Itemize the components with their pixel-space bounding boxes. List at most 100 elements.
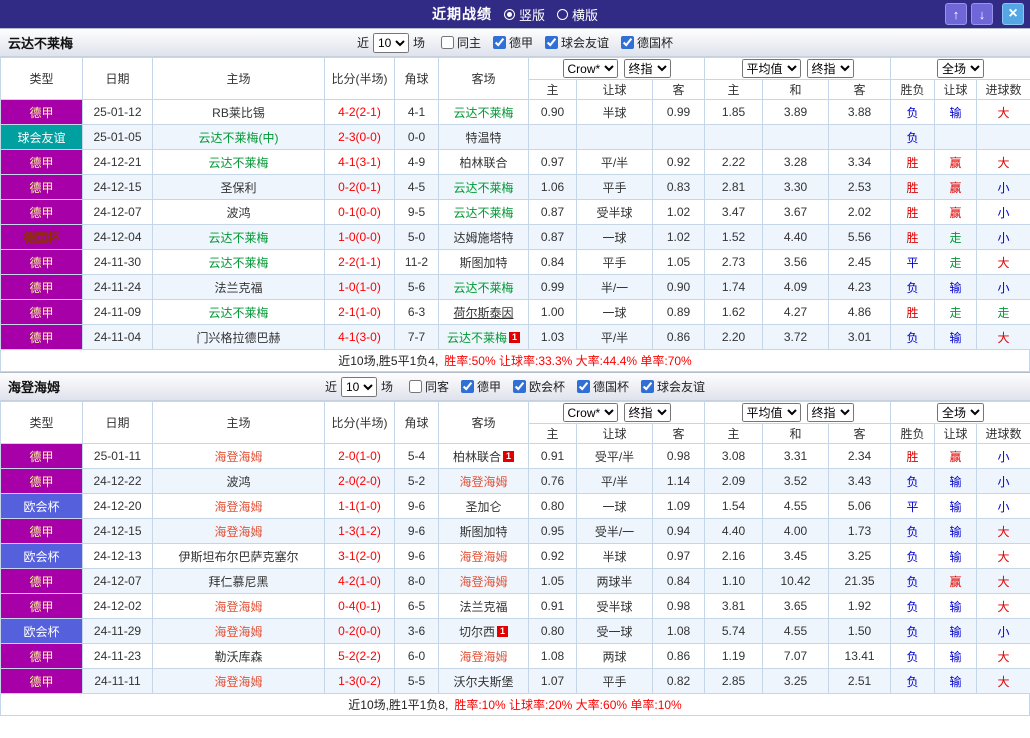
home-team-link[interactable]: 海登海姆 bbox=[214, 675, 262, 689]
league-badge: 德国杯 bbox=[0, 224, 83, 250]
away-team-link[interactable]: 云达不莱梅 bbox=[453, 206, 513, 220]
score-link[interactable]: 2-0(2-0) bbox=[324, 468, 395, 494]
handicap-home-odds: 0.76 bbox=[528, 468, 577, 494]
home-team-link[interactable]: 云达不莱梅 bbox=[208, 256, 268, 270]
score-link[interactable]: 0-2(0-1) bbox=[324, 174, 395, 200]
bookmaker-select[interactable]: Crow* bbox=[562, 403, 618, 422]
result-handicap: 走 bbox=[934, 299, 978, 325]
filter-checkbox[interactable] bbox=[621, 36, 635, 49]
away-team-link[interactable]: 斯图加特 bbox=[459, 256, 507, 270]
euro-time-select[interactable]: 终指 bbox=[806, 59, 854, 78]
filter-checkbox[interactable] bbox=[545, 36, 559, 49]
away-team-link[interactable]: 云达不莱梅 bbox=[453, 106, 513, 120]
layout-horizontal-radio[interactable]: 横版 bbox=[557, 5, 598, 24]
filter-option[interactable]: 德甲 bbox=[493, 34, 533, 51]
filter-checkbox[interactable] bbox=[408, 380, 422, 393]
bookmaker-select[interactable]: Crow* bbox=[562, 59, 618, 78]
filter-checkbox[interactable] bbox=[460, 380, 474, 393]
away-team-link[interactable]: 特温特 bbox=[465, 131, 501, 145]
score-link[interactable]: 0-4(0-1) bbox=[324, 593, 395, 619]
handicap-time-select[interactable]: 终指 bbox=[623, 59, 671, 78]
filter-option[interactable]: 德国杯 bbox=[577, 378, 629, 395]
away-team-link[interactable]: 柏林联合 bbox=[453, 450, 501, 464]
home-team-link[interactable]: 海登海姆 bbox=[214, 500, 262, 514]
filter-checkbox[interactable] bbox=[577, 380, 591, 393]
handicap-time-select[interactable]: 终指 bbox=[623, 403, 671, 422]
euro-time-select[interactable]: 终指 bbox=[806, 403, 854, 422]
corner-count: 5-4 bbox=[394, 443, 439, 469]
score-link[interactable]: 2-3(0-0) bbox=[324, 124, 395, 150]
home-team-link[interactable]: 圣保利 bbox=[220, 181, 256, 195]
filter-option[interactable]: 同客 bbox=[408, 378, 449, 395]
score-link[interactable]: 0-2(0-0) bbox=[324, 618, 395, 644]
match-count-select[interactable]: 10 bbox=[372, 32, 409, 53]
filter-option[interactable]: 德甲 bbox=[460, 378, 501, 395]
home-team-link[interactable]: RB莱比锡 bbox=[212, 106, 265, 120]
home-team-link[interactable]: 波鸿 bbox=[226, 206, 250, 220]
score-link[interactable]: 5-2(2-2) bbox=[324, 643, 395, 669]
away-team-link[interactable]: 法兰克福 bbox=[459, 600, 507, 614]
result-goals: 大 bbox=[976, 249, 1030, 275]
away-team-link[interactable]: 荷尔斯泰因 bbox=[453, 306, 513, 320]
score-link[interactable]: 0-1(0-0) bbox=[324, 199, 395, 225]
home-team-link[interactable]: 海登海姆 bbox=[214, 450, 262, 464]
away-team-link[interactable]: 达姆施塔特 bbox=[453, 231, 513, 245]
scroll-down-button[interactable]: ↓ bbox=[971, 3, 993, 25]
filter-checkbox[interactable] bbox=[493, 36, 506, 49]
filter-option[interactable]: 欧会杯 bbox=[513, 378, 565, 395]
away-team-link[interactable]: 海登海姆 bbox=[459, 575, 507, 589]
score-link[interactable]: 4-2(1-0) bbox=[324, 568, 395, 594]
score-link[interactable]: 2-0(1-0) bbox=[324, 443, 395, 469]
away-team-link[interactable]: 海登海姆 bbox=[459, 650, 507, 664]
away-team-link[interactable]: 圣加仑 bbox=[465, 500, 501, 514]
score-link[interactable]: 3-1(2-0) bbox=[324, 543, 395, 569]
filter-checkbox[interactable] bbox=[641, 380, 655, 393]
home-team-link[interactable]: 门兴格拉德巴赫 bbox=[196, 331, 280, 345]
close-button[interactable]: × bbox=[1002, 3, 1024, 25]
score-link[interactable]: 1-0(1-0) bbox=[324, 274, 395, 300]
home-team-link[interactable]: 云达不莱梅 bbox=[208, 306, 268, 320]
score-link[interactable]: 1-0(0-0) bbox=[324, 224, 395, 250]
home-team-link[interactable]: 法兰克福 bbox=[214, 281, 262, 295]
home-team-link[interactable]: 云达不莱梅(中) bbox=[199, 131, 279, 145]
home-team-link[interactable]: 海登海姆 bbox=[214, 600, 262, 614]
away-team-link[interactable]: 斯图加特 bbox=[459, 525, 507, 539]
score-link[interactable]: 1-1(1-0) bbox=[324, 493, 395, 519]
layout-vertical-radio[interactable]: 竖版 bbox=[503, 5, 545, 24]
filter-checkbox[interactable] bbox=[513, 380, 526, 393]
score-link[interactable]: 2-2(1-1) bbox=[324, 249, 395, 275]
scroll-up-button[interactable]: ↑ bbox=[945, 3, 967, 25]
score-link[interactable]: 1-3(1-2) bbox=[324, 518, 395, 544]
home-team-link[interactable]: 波鸿 bbox=[226, 475, 250, 489]
away-team-link[interactable]: 海登海姆 bbox=[459, 550, 507, 564]
away-team-link[interactable]: 云达不莱梅 bbox=[447, 331, 507, 345]
home-team-link[interactable]: 海登海姆 bbox=[214, 625, 262, 639]
filter-option[interactable]: 球会友谊 bbox=[641, 378, 705, 395]
euro-source-select[interactable]: 平均值 bbox=[741, 59, 801, 78]
home-team-link[interactable]: 伊斯坦布尔巴萨克塞尔 bbox=[178, 550, 298, 564]
away-team-link[interactable]: 云达不莱梅 bbox=[453, 181, 513, 195]
filter-option[interactable]: 球会友谊 bbox=[545, 34, 609, 51]
scope-select[interactable]: 全场 bbox=[937, 403, 985, 422]
home-team-link[interactable]: 拜仁慕尼黑 bbox=[208, 575, 268, 589]
filter-checkbox[interactable] bbox=[440, 36, 454, 49]
away-team-link[interactable]: 柏林联合 bbox=[459, 156, 507, 170]
score-link[interactable]: 1-3(0-2) bbox=[324, 668, 395, 694]
away-team-link[interactable]: 切尔西 bbox=[459, 625, 495, 639]
home-team-link[interactable]: 海登海姆 bbox=[214, 525, 262, 539]
away-team-link[interactable]: 沃尔夫斯堡 bbox=[453, 675, 513, 689]
score-link[interactable]: 4-2(2-1) bbox=[324, 99, 395, 125]
scope-select[interactable]: 全场 bbox=[937, 59, 985, 78]
home-team-link[interactable]: 勒沃库森 bbox=[214, 650, 262, 664]
score-link[interactable]: 2-1(1-0) bbox=[324, 299, 395, 325]
home-team-link[interactable]: 云达不莱梅 bbox=[208, 156, 268, 170]
euro-source-select[interactable]: 平均值 bbox=[741, 403, 801, 422]
filter-option[interactable]: 同主 bbox=[440, 34, 481, 51]
score-link[interactable]: 4-1(3-1) bbox=[324, 149, 395, 175]
score-link[interactable]: 4-1(3-0) bbox=[324, 324, 395, 350]
away-team-link[interactable]: 云达不莱梅 bbox=[453, 281, 513, 295]
away-team-link[interactable]: 海登海姆 bbox=[459, 475, 507, 489]
filter-option[interactable]: 德国杯 bbox=[621, 34, 673, 51]
match-count-select[interactable]: 10 bbox=[340, 376, 377, 397]
home-team-link[interactable]: 云达不莱梅 bbox=[208, 231, 268, 245]
